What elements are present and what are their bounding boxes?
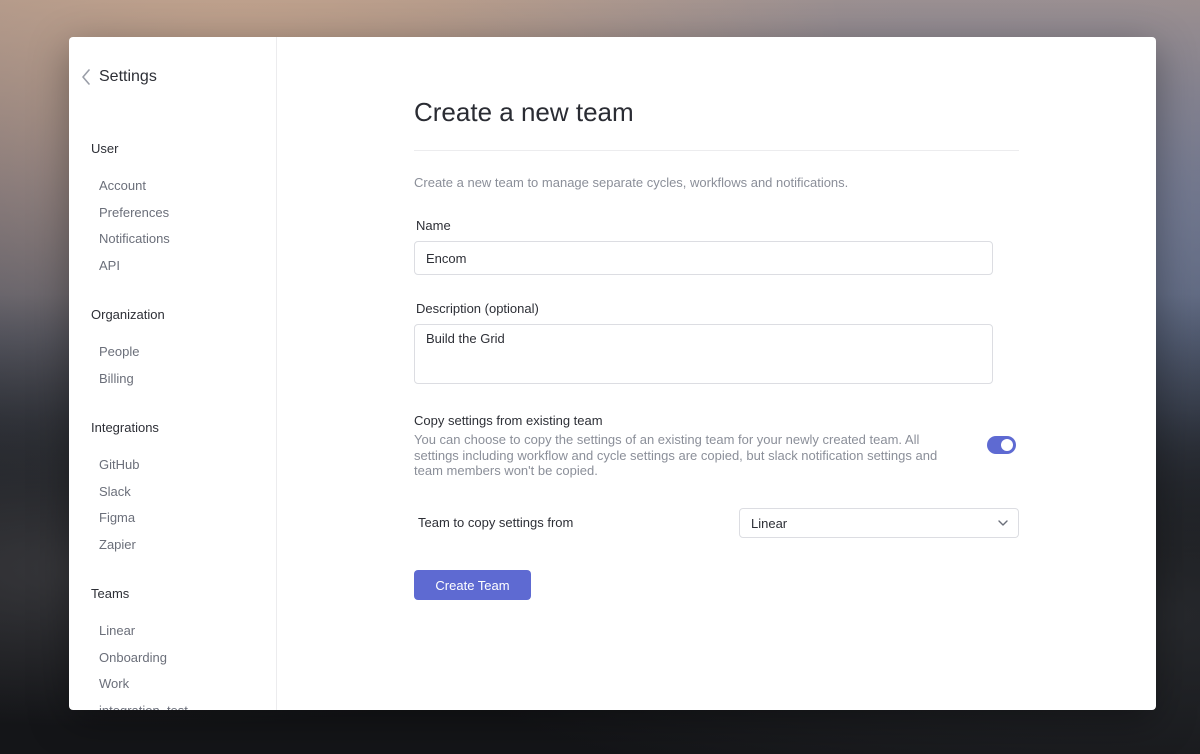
- settings-title: Settings: [99, 68, 157, 85]
- nav-section-organization: Organization People Billing: [91, 307, 165, 392]
- sidebar-item-billing[interactable]: Billing: [99, 366, 165, 393]
- sidebar-item-zapier[interactable]: Zapier: [99, 532, 159, 559]
- team-name-input[interactable]: [414, 241, 993, 275]
- settings-window: Settings User Account Preferences Notifi…: [69, 37, 1156, 710]
- toggle-knob: [1001, 439, 1013, 451]
- sidebar-item-people[interactable]: People: [99, 339, 165, 366]
- description-label: Description (optional): [416, 301, 539, 316]
- sidebar-item-account[interactable]: Account: [99, 173, 170, 200]
- sidebar-item-linear[interactable]: Linear: [99, 618, 188, 645]
- sidebar-item-figma[interactable]: Figma: [99, 505, 159, 532]
- copy-settings-description: You can choose to copy the settings of a…: [414, 432, 938, 478]
- sidebar-item-api[interactable]: API: [99, 253, 170, 280]
- copy-source-value: Linear: [751, 515, 788, 531]
- team-description-input[interactable]: Build the Grid: [414, 324, 993, 384]
- nav-section-teams: Teams Linear Onboarding Work integration…: [91, 586, 188, 710]
- create-team-panel: Create a new team Create a new team to m…: [277, 37, 1156, 710]
- sidebar-item-integration-test[interactable]: integration_test: [99, 698, 188, 711]
- copy-settings-toggle[interactable]: [987, 436, 1016, 454]
- sidebar-item-onboarding[interactable]: Onboarding: [99, 645, 188, 672]
- title-divider: [414, 150, 1019, 151]
- back-to-settings[interactable]: Settings: [81, 68, 157, 86]
- settings-sidebar: Settings User Account Preferences Notifi…: [69, 37, 277, 710]
- sidebar-item-slack[interactable]: Slack: [99, 479, 159, 506]
- sidebar-item-notifications[interactable]: Notifications: [99, 226, 170, 253]
- chevron-down-icon: [998, 520, 1008, 526]
- section-title-organization: Organization: [91, 307, 165, 322]
- name-label: Name: [416, 218, 451, 233]
- section-title-integrations: Integrations: [91, 420, 159, 435]
- nav-section-integrations: Integrations GitHub Slack Figma Zapier: [91, 420, 159, 558]
- section-title-user: User: [91, 141, 119, 156]
- copy-source-select[interactable]: Linear: [739, 508, 1019, 538]
- nav-section-user: User Account Preferences Notifications A…: [91, 141, 170, 279]
- section-title-teams: Teams: [91, 586, 130, 601]
- intro-text: Create a new team to manage separate cyc…: [414, 175, 849, 190]
- copy-source-label: Team to copy settings from: [418, 515, 574, 530]
- copy-settings-title: Copy settings from existing team: [414, 413, 603, 428]
- sidebar-item-work[interactable]: Work: [99, 671, 188, 698]
- sidebar-item-github[interactable]: GitHub: [99, 452, 159, 479]
- sidebar-item-preferences[interactable]: Preferences: [99, 200, 170, 227]
- chevron-left-icon: [82, 69, 90, 85]
- page-title: Create a new team: [414, 97, 634, 127]
- create-team-button[interactable]: Create Team: [414, 570, 531, 600]
